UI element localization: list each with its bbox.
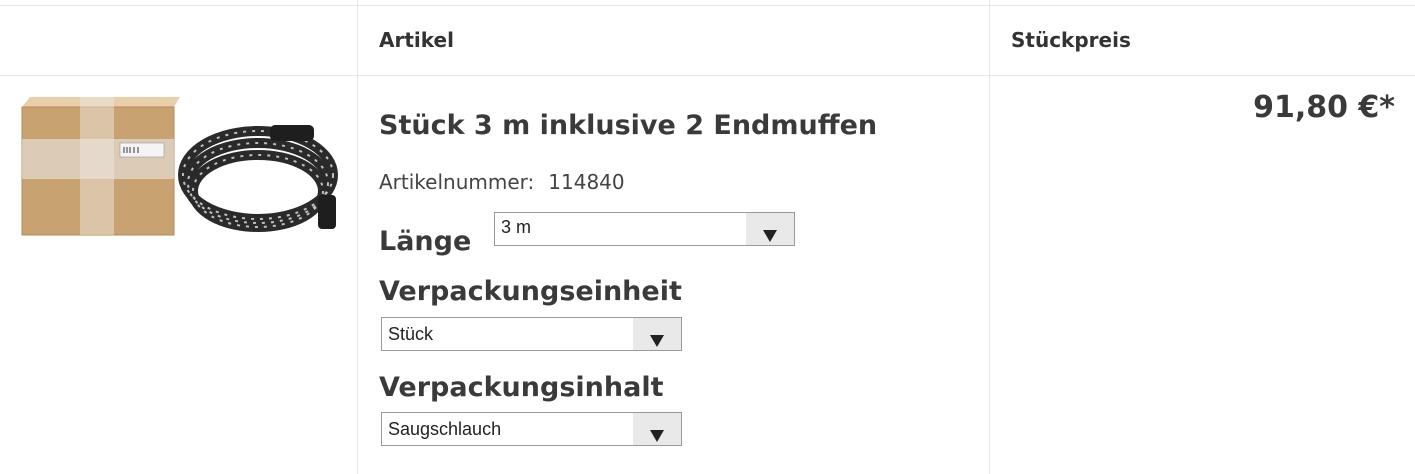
chevron-down-icon: [650, 335, 664, 347]
length-label: Länge: [379, 226, 472, 257]
package-unit-select[interactable]: Stück: [381, 317, 682, 351]
package-unit-select-value: Stück: [388, 324, 434, 344]
product-image[interactable]: [20, 95, 340, 240]
product-title[interactable]: Stück 3 m inklusive 2 Endmuffen: [379, 110, 877, 141]
header-divider: [0, 75, 1415, 76]
product-price: 91,80 €*: [1253, 90, 1395, 125]
length-select[interactable]: 3 m: [494, 212, 795, 246]
package-unit-label: Verpackungseinheit: [379, 276, 682, 307]
chevron-down-icon: [650, 430, 664, 442]
table-top-border: [0, 5, 1415, 6]
sku-value: 114840: [548, 170, 625, 194]
column-divider-1: [357, 0, 358, 474]
package-content-label: Verpackungsinhalt: [379, 372, 664, 403]
package-content-select[interactable]: Saugschlauch: [381, 412, 682, 446]
package-content-select-arrow-box: [633, 413, 681, 445]
column-divider-2: [989, 0, 990, 474]
sku-label: Artikelnummer:: [379, 170, 535, 194]
length-select-value: 3 m: [501, 217, 532, 237]
package-unit-select-arrow-box: [633, 318, 681, 350]
chevron-down-icon: [763, 230, 777, 242]
package-content-select-value: Saugschlauch: [388, 419, 502, 439]
header-unit-price: Stückpreis: [1011, 28, 1131, 52]
header-article: Artikel: [379, 28, 454, 52]
length-select-arrow-box: [746, 213, 794, 245]
sku-row: Artikelnummer: 114840: [379, 170, 625, 194]
cart-table: Artikel Stückpreis Stück 3 m inklusive 2…: [0, 0, 1415, 474]
